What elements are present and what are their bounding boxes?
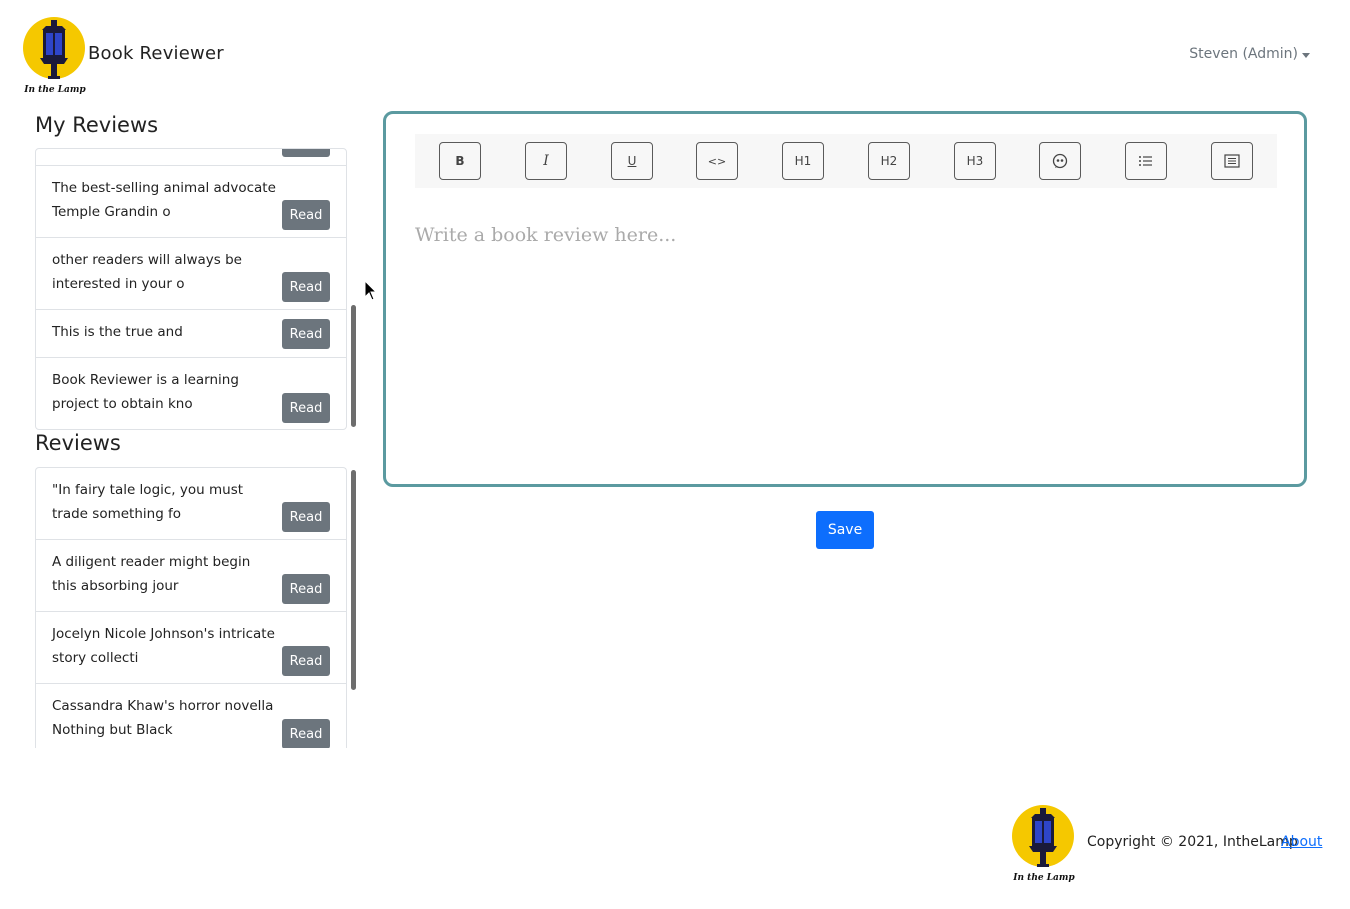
list-item[interactable]: This is the true and Read [36,310,346,358]
read-button[interactable]: Read [282,719,330,748]
read-button[interactable]: Read [282,200,330,230]
code-icon: <> [707,154,727,168]
list-button[interactable] [1125,142,1167,180]
brand-name[interactable]: Book Reviewer [88,43,224,64]
h3-button[interactable]: H3 [954,142,996,180]
logo-text: In the Lamp [23,85,86,95]
read-button[interactable]: Read [282,646,330,676]
block-icon [1224,154,1240,168]
footer-logo-text: In the Lamp [1012,873,1075,883]
lamp-logo-icon[interactable]: In the Lamp [22,16,88,96]
about-link[interactable]: About [1281,834,1322,850]
copyright-text: Copyright © 2021, IntheLamp [1087,834,1298,850]
list-item[interactable]: The best-selling animal advocate Temple … [36,166,346,238]
user-menu-dropdown[interactable]: Steven (Admin) [1189,46,1310,62]
mouse-cursor-icon [364,280,378,301]
block-button[interactable] [1211,142,1253,180]
my-reviews-scrollbar[interactable] [351,305,356,427]
footer-lamp-logo-icon: In the Lamp [1012,805,1075,883]
bold-icon: B [455,154,465,168]
read-button[interactable]: Read [282,574,330,604]
read-button[interactable]: Read [282,393,330,423]
editor-placeholder[interactable]: Write a book review here... [415,224,676,246]
quote-button[interactable] [1039,142,1081,180]
reviews-list[interactable]: "In fairy tale logic, you must trade som… [35,467,347,748]
reviews-title: Reviews [35,431,121,455]
save-button[interactable]: Save [816,511,874,549]
review-editor[interactable]: B I U <> H1 H2 H3 Write a book review he… [383,111,1307,487]
caret-down-icon [1302,52,1310,58]
my-reviews-title: My Reviews [35,113,159,137]
h2-icon: H2 [880,154,898,168]
list-icon [1139,156,1152,166]
h1-button[interactable]: H1 [782,142,824,180]
my-reviews-list[interactable]: The best-selling animal advocate Temple … [35,148,347,430]
list-item[interactable]: "In fairy tale logic, you must trade som… [36,468,346,540]
code-button[interactable]: <> [696,142,738,180]
read-button[interactable]: Read [282,272,330,302]
list-item[interactable]: Jocelyn Nicole Johnson's intricate story… [36,612,346,684]
navbar: In the Lamp Book Reviewer Steven (Admin) [0,0,1350,104]
read-button[interactable]: Read [282,319,330,349]
list-item-partial [36,149,346,166]
read-button-partial[interactable] [282,149,330,157]
list-item[interactable]: other readers will always be interested … [36,238,346,310]
list-item[interactable]: A diligent reader might begin this absor… [36,540,346,612]
reviews-scrollbar[interactable] [351,470,356,690]
quote-icon [1052,153,1068,169]
bold-button[interactable]: B [439,142,481,180]
italic-button[interactable]: I [525,142,567,180]
underline-icon: U [627,154,637,168]
h2-button[interactable]: H2 [868,142,910,180]
editor-toolbar: B I U <> H1 H2 H3 [415,134,1277,188]
list-item[interactable]: Cassandra Khaw's horror novella Nothing … [36,684,346,748]
underline-button[interactable]: U [611,142,653,180]
h1-icon: H1 [794,154,812,168]
user-menu-label: Steven (Admin) [1189,46,1298,62]
h3-icon: H3 [966,154,984,168]
list-item[interactable]: Book Reviewer is a learning project to o… [36,358,346,429]
italic-icon: I [543,153,549,169]
read-button[interactable]: Read [282,502,330,532]
